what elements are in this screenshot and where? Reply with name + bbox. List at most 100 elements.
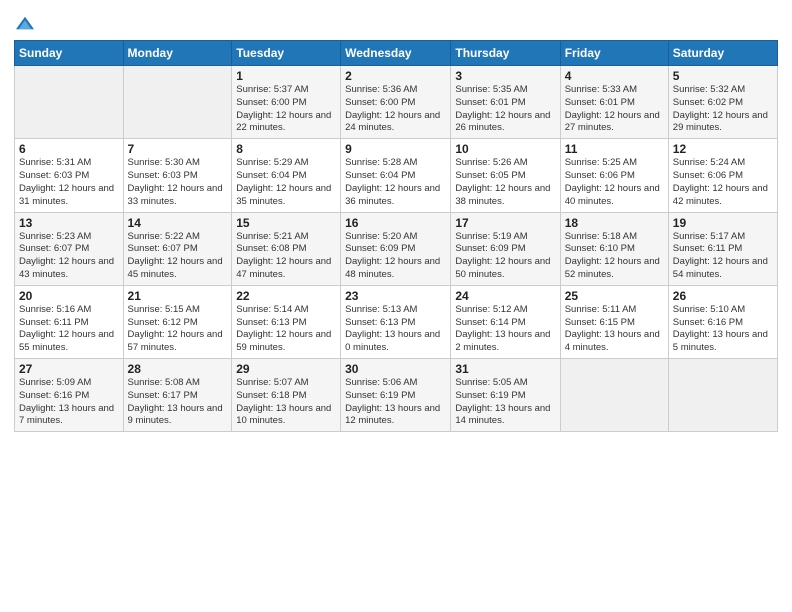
day-number: 21 [128,289,228,303]
day-number: 29 [236,362,336,376]
day-number: 20 [19,289,119,303]
day-number: 13 [19,216,119,230]
day-info: Sunrise: 5:28 AM Sunset: 6:04 PM Dayligh… [345,157,446,208]
day-number: 9 [345,142,446,156]
calendar-cell: 22Sunrise: 5:14 AM Sunset: 6:13 PM Dayli… [232,285,341,358]
day-info: Sunrise: 5:36 AM Sunset: 6:00 PM Dayligh… [345,84,446,135]
day-info: Sunrise: 5:21 AM Sunset: 6:08 PM Dayligh… [236,231,336,282]
day-info: Sunrise: 5:09 AM Sunset: 6:16 PM Dayligh… [19,377,119,428]
calendar-cell: 27Sunrise: 5:09 AM Sunset: 6:16 PM Dayli… [15,359,124,432]
calendar-cell [123,66,232,139]
calendar-cell: 19Sunrise: 5:17 AM Sunset: 6:11 PM Dayli… [668,212,777,285]
day-info: Sunrise: 5:22 AM Sunset: 6:07 PM Dayligh… [128,231,228,282]
day-number: 17 [455,216,555,230]
day-info: Sunrise: 5:37 AM Sunset: 6:00 PM Dayligh… [236,84,336,135]
calendar-cell: 29Sunrise: 5:07 AM Sunset: 6:18 PM Dayli… [232,359,341,432]
day-number: 10 [455,142,555,156]
calendar-cell: 14Sunrise: 5:22 AM Sunset: 6:07 PM Dayli… [123,212,232,285]
calendar-cell [560,359,668,432]
calendar-cell: 30Sunrise: 5:06 AM Sunset: 6:19 PM Dayli… [341,359,451,432]
day-info: Sunrise: 5:15 AM Sunset: 6:12 PM Dayligh… [128,304,228,355]
day-info: Sunrise: 5:23 AM Sunset: 6:07 PM Dayligh… [19,231,119,282]
calendar-cell: 4Sunrise: 5:33 AM Sunset: 6:01 PM Daylig… [560,66,668,139]
calendar-cell: 12Sunrise: 5:24 AM Sunset: 6:06 PM Dayli… [668,139,777,212]
day-info: Sunrise: 5:20 AM Sunset: 6:09 PM Dayligh… [345,231,446,282]
calendar-cell: 25Sunrise: 5:11 AM Sunset: 6:15 PM Dayli… [560,285,668,358]
header [14,10,778,34]
day-info: Sunrise: 5:10 AM Sunset: 6:16 PM Dayligh… [673,304,773,355]
day-info: Sunrise: 5:31 AM Sunset: 6:03 PM Dayligh… [19,157,119,208]
calendar-cell: 10Sunrise: 5:26 AM Sunset: 6:05 PM Dayli… [451,139,560,212]
calendar-week-row: 27Sunrise: 5:09 AM Sunset: 6:16 PM Dayli… [15,359,778,432]
day-info: Sunrise: 5:11 AM Sunset: 6:15 PM Dayligh… [565,304,664,355]
day-info: Sunrise: 5:07 AM Sunset: 6:18 PM Dayligh… [236,377,336,428]
day-info: Sunrise: 5:16 AM Sunset: 6:11 PM Dayligh… [19,304,119,355]
calendar-cell: 23Sunrise: 5:13 AM Sunset: 6:13 PM Dayli… [341,285,451,358]
calendar-cell: 21Sunrise: 5:15 AM Sunset: 6:12 PM Dayli… [123,285,232,358]
page: Sunday Monday Tuesday Wednesday Thursday… [0,0,792,612]
calendar-cell: 7Sunrise: 5:30 AM Sunset: 6:03 PM Daylig… [123,139,232,212]
calendar-cell: 28Sunrise: 5:08 AM Sunset: 6:17 PM Dayli… [123,359,232,432]
col-wednesday: Wednesday [341,41,451,66]
calendar-cell: 2Sunrise: 5:36 AM Sunset: 6:00 PM Daylig… [341,66,451,139]
day-number: 30 [345,362,446,376]
day-number: 2 [345,69,446,83]
day-info: Sunrise: 5:26 AM Sunset: 6:05 PM Dayligh… [455,157,555,208]
calendar-cell: 31Sunrise: 5:05 AM Sunset: 6:19 PM Dayli… [451,359,560,432]
day-info: Sunrise: 5:29 AM Sunset: 6:04 PM Dayligh… [236,157,336,208]
day-number: 22 [236,289,336,303]
calendar-cell: 3Sunrise: 5:35 AM Sunset: 6:01 PM Daylig… [451,66,560,139]
day-number: 14 [128,216,228,230]
calendar-cell: 26Sunrise: 5:10 AM Sunset: 6:16 PM Dayli… [668,285,777,358]
calendar-cell: 24Sunrise: 5:12 AM Sunset: 6:14 PM Dayli… [451,285,560,358]
day-number: 15 [236,216,336,230]
calendar-cell: 13Sunrise: 5:23 AM Sunset: 6:07 PM Dayli… [15,212,124,285]
calendar-cell: 6Sunrise: 5:31 AM Sunset: 6:03 PM Daylig… [15,139,124,212]
col-thursday: Thursday [451,41,560,66]
calendar-week-row: 13Sunrise: 5:23 AM Sunset: 6:07 PM Dayli… [15,212,778,285]
logo [14,14,34,34]
calendar-cell: 5Sunrise: 5:32 AM Sunset: 6:02 PM Daylig… [668,66,777,139]
day-number: 1 [236,69,336,83]
calendar-cell: 18Sunrise: 5:18 AM Sunset: 6:10 PM Dayli… [560,212,668,285]
day-info: Sunrise: 5:14 AM Sunset: 6:13 PM Dayligh… [236,304,336,355]
weekday-header-row: Sunday Monday Tuesday Wednesday Thursday… [15,41,778,66]
calendar-table: Sunday Monday Tuesday Wednesday Thursday… [14,40,778,432]
col-tuesday: Tuesday [232,41,341,66]
day-number: 23 [345,289,446,303]
day-number: 16 [345,216,446,230]
day-number: 19 [673,216,773,230]
day-number: 11 [565,142,664,156]
day-number: 28 [128,362,228,376]
day-number: 25 [565,289,664,303]
calendar-cell: 15Sunrise: 5:21 AM Sunset: 6:08 PM Dayli… [232,212,341,285]
day-info: Sunrise: 5:24 AM Sunset: 6:06 PM Dayligh… [673,157,773,208]
day-info: Sunrise: 5:19 AM Sunset: 6:09 PM Dayligh… [455,231,555,282]
col-monday: Monday [123,41,232,66]
calendar-cell [15,66,124,139]
day-info: Sunrise: 5:08 AM Sunset: 6:17 PM Dayligh… [128,377,228,428]
col-sunday: Sunday [15,41,124,66]
day-info: Sunrise: 5:17 AM Sunset: 6:11 PM Dayligh… [673,231,773,282]
day-number: 3 [455,69,555,83]
day-info: Sunrise: 5:35 AM Sunset: 6:01 PM Dayligh… [455,84,555,135]
calendar-cell: 1Sunrise: 5:37 AM Sunset: 6:00 PM Daylig… [232,66,341,139]
day-number: 31 [455,362,555,376]
day-info: Sunrise: 5:13 AM Sunset: 6:13 PM Dayligh… [345,304,446,355]
day-number: 12 [673,142,773,156]
day-info: Sunrise: 5:06 AM Sunset: 6:19 PM Dayligh… [345,377,446,428]
day-info: Sunrise: 5:05 AM Sunset: 6:19 PM Dayligh… [455,377,555,428]
calendar-cell [668,359,777,432]
day-number: 18 [565,216,664,230]
calendar-cell: 9Sunrise: 5:28 AM Sunset: 6:04 PM Daylig… [341,139,451,212]
logo-icon [16,14,34,32]
calendar-cell: 8Sunrise: 5:29 AM Sunset: 6:04 PM Daylig… [232,139,341,212]
calendar-body: 1Sunrise: 5:37 AM Sunset: 6:00 PM Daylig… [15,66,778,432]
day-number: 7 [128,142,228,156]
day-info: Sunrise: 5:18 AM Sunset: 6:10 PM Dayligh… [565,231,664,282]
day-number: 6 [19,142,119,156]
day-number: 26 [673,289,773,303]
day-info: Sunrise: 5:32 AM Sunset: 6:02 PM Dayligh… [673,84,773,135]
calendar-cell: 20Sunrise: 5:16 AM Sunset: 6:11 PM Dayli… [15,285,124,358]
day-number: 4 [565,69,664,83]
